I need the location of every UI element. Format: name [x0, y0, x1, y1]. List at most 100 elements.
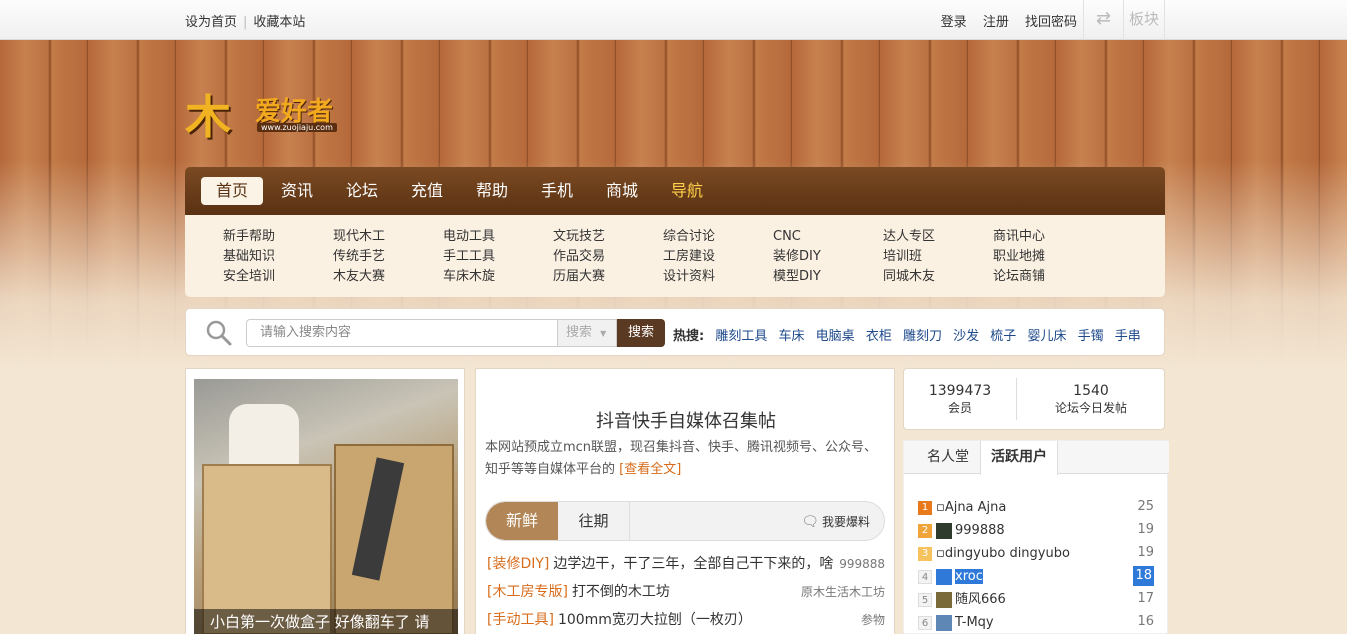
subnav-link[interactable]: 历届大赛 — [553, 267, 605, 287]
subnav-link[interactable]: 设计资料 — [663, 267, 715, 287]
hot-search-label: 热搜: — [673, 329, 705, 344]
hot-keyword[interactable]: 车床 — [779, 329, 805, 344]
shuffle-icon[interactable]: ⇄ — [1083, 0, 1123, 40]
search-type-select[interactable]: 搜索 ▼ — [557, 319, 617, 347]
hot-keyword[interactable]: 电脑桌 — [816, 329, 855, 344]
login-link[interactable]: 登录 — [941, 15, 967, 30]
recover-password-link[interactable]: 找回密码 — [1025, 15, 1077, 30]
search-icon — [206, 320, 232, 346]
hot-keyword[interactable]: 梳子 — [990, 329, 1016, 344]
report-button[interactable]: 🗨 我要爆料 — [801, 513, 870, 530]
hot-keyword[interactable]: 雕刻工具 — [715, 329, 767, 344]
hot-keyword[interactable]: 婴儿床 — [1027, 329, 1066, 344]
site-logo[interactable]: 木 爱好者 www.zuojiaju.com — [185, 75, 350, 144]
separator: | — [243, 15, 248, 30]
nav-home[interactable]: 首页 — [201, 177, 264, 205]
nav-forum[interactable]: 论坛 — [331, 177, 393, 205]
hot-search: 热搜: 雕刻工具 车床 电脑桌 衣柜 雕刻刀 沙发 梳子 婴儿床 手镯 手串 — [673, 325, 1141, 344]
post-title[interactable]: 100mm宽刃大拉刨（一枚刃） — [558, 612, 752, 628]
read-more-link[interactable]: [查看全文] — [619, 462, 681, 477]
headline-title[interactable]: 抖音快手自媒体召集帖 — [476, 407, 896, 433]
top-bar: 设为首页 | 收藏本站 登录 注册 找回密码 ⇄ 板块 — [0, 0, 1347, 40]
user-name[interactable]: ▫Ajna Ajna — [936, 500, 1006, 515]
subnav-link[interactable]: 新手帮助 — [223, 227, 275, 247]
user-name[interactable]: ▫dingyubo dingyubo — [936, 546, 1070, 561]
user-name[interactable]: xroc — [955, 569, 983, 584]
user-score: 19 — [1137, 545, 1154, 560]
chevron-down-icon: ▼ — [600, 329, 607, 338]
nav-mall[interactable]: 商城 — [591, 177, 653, 205]
post-author[interactable]: 999888 — [835, 553, 885, 575]
subnav-link[interactable]: 基础知识 — [223, 247, 275, 267]
post-category[interactable]: [手动工具] — [487, 612, 554, 628]
photo-caption[interactable]: 小白第一次做盒子 好像翻车了 请 — [194, 609, 458, 634]
hot-keyword[interactable]: 沙发 — [953, 329, 979, 344]
subnav-link[interactable]: 电动工具 — [443, 227, 495, 247]
subnav-column: CNC 装修DIY 模型DIY — [773, 227, 821, 287]
list-item[interactable]: 2 999888 19 — [918, 520, 1154, 543]
tab-fresh[interactable]: 新鲜 — [486, 502, 558, 540]
subnav-link[interactable]: 职业地摊 — [993, 247, 1045, 267]
post-author[interactable]: 参物 — [856, 609, 885, 631]
post-author[interactable]: 原木生活木工坊 — [796, 581, 885, 603]
blocks-button[interactable]: 板块 — [1123, 0, 1165, 40]
subnav-link[interactable]: 同城木友 — [883, 267, 935, 287]
subnav-link[interactable]: 作品交易 — [553, 247, 605, 267]
subnav-link[interactable]: 综合讨论 — [663, 227, 715, 247]
user-name[interactable]: T-Mqy — [955, 615, 994, 630]
hot-keyword[interactable]: 手镯 — [1078, 329, 1104, 344]
subnav-link[interactable]: 装修DIY — [773, 247, 821, 267]
subnav-link[interactable]: 论坛商铺 — [993, 267, 1045, 287]
subnav-link[interactable]: 文玩技艺 — [553, 227, 605, 247]
list-item[interactable]: 1 ▫Ajna Ajna 25 — [918, 497, 1154, 520]
subnav-link[interactable]: 车床木旋 — [443, 267, 495, 287]
tab-active-users[interactable]: 活跃用户 — [980, 441, 1058, 475]
set-home-link[interactable]: 设为首页 — [185, 15, 237, 30]
subnav-link[interactable]: 手工工具 — [443, 247, 495, 267]
subnav-link[interactable]: 商讯中心 — [993, 227, 1045, 247]
tab-past[interactable]: 往期 — [558, 502, 630, 540]
subnav-link[interactable]: 传统手艺 — [333, 247, 385, 267]
user-name[interactable]: 随风666 — [955, 592, 1006, 607]
user-score: 25 — [1137, 499, 1154, 514]
bookmark-link[interactable]: 收藏本站 — [253, 15, 305, 30]
avatar — [936, 568, 952, 585]
list-item[interactable]: 4 xroc 18 — [918, 566, 1154, 589]
list-item[interactable]: 6 T-Mqy 16 — [918, 612, 1154, 634]
avatar — [936, 522, 952, 539]
nav-recharge[interactable]: 充值 — [396, 177, 458, 205]
list-item: [装修DIY] 边学边干，干了三年，全部自己干下来的，啥 999888 — [487, 553, 885, 581]
list-item[interactable]: 5 随风666 17 — [918, 589, 1154, 612]
nav-mobile[interactable]: 手机 — [526, 177, 588, 205]
featured-photo[interactable]: 小白第一次做盒子 好像翻车了 请 — [194, 379, 458, 634]
nav-guide[interactable]: 导航 — [656, 177, 718, 205]
today-posts-value: 1540 — [1073, 383, 1109, 399]
search-button[interactable]: 搜索 — [617, 319, 665, 347]
subnav-link[interactable]: 模型DIY — [773, 267, 821, 287]
nav-news[interactable]: 资讯 — [266, 177, 328, 205]
hot-keyword[interactable]: 衣柜 — [866, 329, 892, 344]
tab-hall-of-fame[interactable]: 名人堂 — [917, 441, 979, 474]
subnav-link[interactable]: 工房建设 — [663, 247, 715, 267]
subnav-link[interactable]: 现代木工 — [333, 227, 385, 247]
post-title[interactable]: 边学边干，干了三年，全部自己干下来的，啥 — [553, 556, 833, 572]
hot-keyword[interactable]: 雕刻刀 — [903, 329, 942, 344]
register-link[interactable]: 注册 — [983, 15, 1009, 30]
subnav-link[interactable]: 培训班 — [883, 247, 935, 267]
subnav-link[interactable]: CNC — [773, 227, 821, 247]
headline-panel: 抖音快手自媒体召集帖 本网站预成立mcn联盟，现召集抖音、快手、腾讯视频号、公众… — [475, 368, 895, 634]
post-list: [装修DIY] 边学边干，干了三年，全部自己干下来的，啥 999888 [木工房专… — [487, 553, 885, 634]
subnav-link[interactable]: 达人专区 — [883, 227, 935, 247]
user-score: 18 — [1133, 566, 1154, 586]
post-title[interactable]: 打不倒的木工坊 — [572, 584, 670, 600]
subnav-link[interactable]: 安全培训 — [223, 267, 275, 287]
user-name[interactable]: 999888 — [955, 523, 1005, 538]
subnav-link[interactable]: 木友大赛 — [333, 267, 385, 287]
hot-keyword[interactable]: 手串 — [1115, 329, 1141, 344]
post-category[interactable]: [装修DIY] — [487, 556, 549, 572]
post-category[interactable]: [木工房专版] — [487, 584, 568, 600]
nav-help[interactable]: 帮助 — [461, 177, 523, 205]
list-item[interactable]: 3 ▫dingyubo dingyubo 19 — [918, 543, 1154, 566]
search-input[interactable]: 请输入搜索内容 — [246, 319, 558, 347]
today-posts-label: 论坛今日发帖 — [1054, 401, 1127, 415]
